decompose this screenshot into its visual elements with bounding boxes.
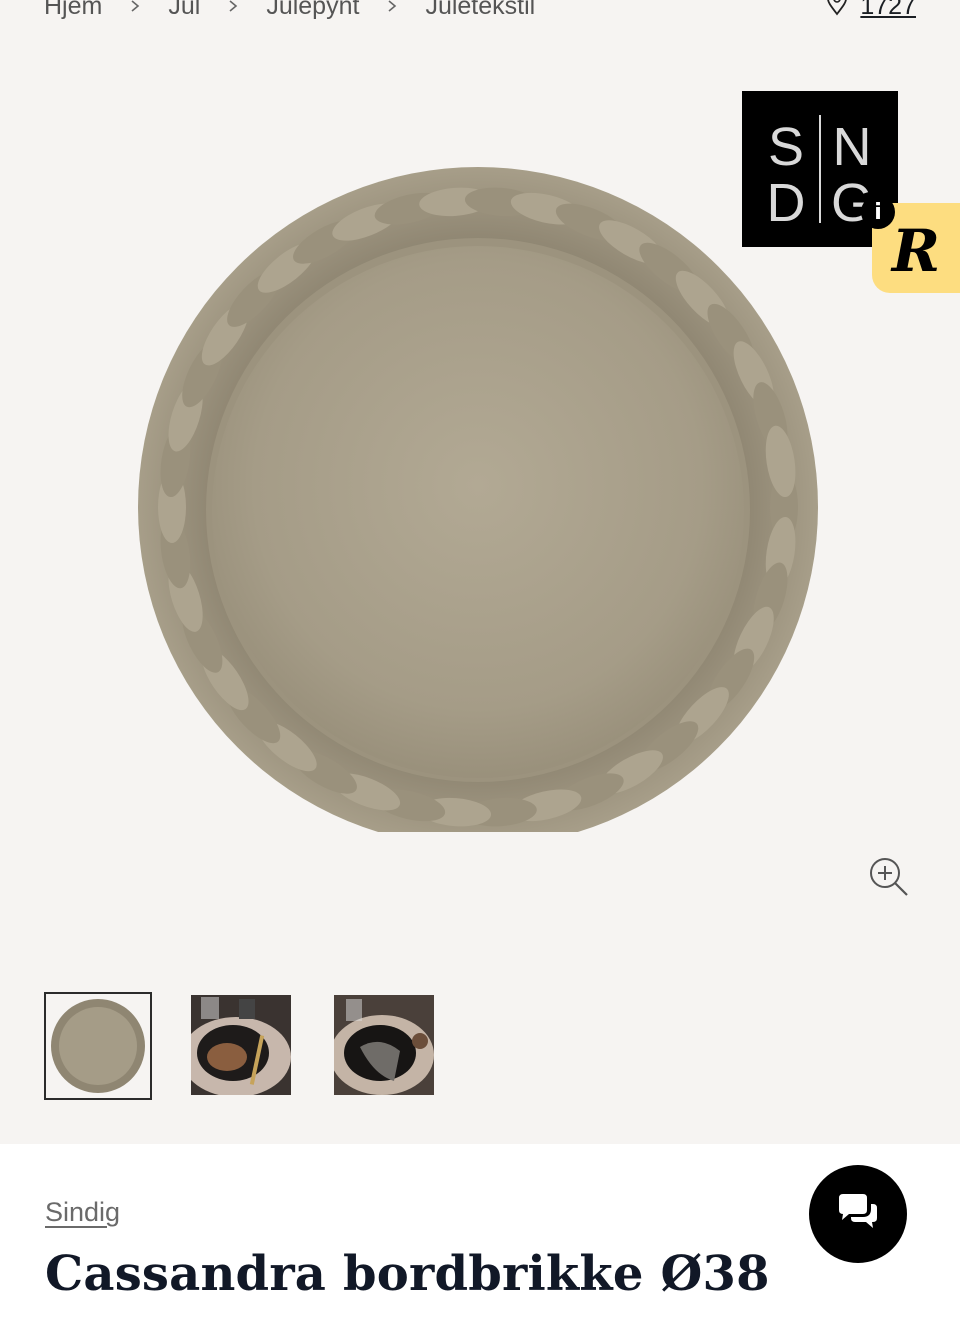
product-image[interactable] xyxy=(130,132,830,847)
svg-text:S: S xyxy=(768,117,804,177)
product-title: Cassandra bordbrikke Ø38 xyxy=(45,1246,770,1302)
thumbnail-3[interactable] xyxy=(334,995,434,1095)
chevron-right-icon xyxy=(128,0,142,13)
chevron-right-icon xyxy=(226,0,240,13)
thumbnail-1[interactable] xyxy=(44,992,152,1100)
breadcrumb-julepynt[interactable]: Julepynt xyxy=(266,0,359,21)
thumbnail-2[interactable] xyxy=(191,995,291,1095)
store-availability-link[interactable]: 1727 xyxy=(826,0,916,26)
svg-text:R: R xyxy=(890,217,940,285)
zoom-in-icon[interactable] xyxy=(866,854,912,900)
svg-text:D: D xyxy=(767,173,806,233)
breadcrumb-home[interactable]: Hjem xyxy=(44,0,102,21)
product-info: Sindig Cassandra bordbrikke Ø38 xyxy=(0,1144,960,1343)
chevron-right-icon xyxy=(385,0,399,13)
store-count: 1727 xyxy=(860,0,916,20)
breadcrumb-juletekstil[interactable]: Juletekstil xyxy=(425,0,535,21)
breadcrumb-jul[interactable]: Jul xyxy=(168,0,200,21)
info-icon[interactable]: i xyxy=(861,195,895,229)
svg-text:N: N xyxy=(833,117,872,177)
chat-button[interactable] xyxy=(809,1165,907,1263)
chat-bubbles-icon xyxy=(835,1192,881,1237)
location-pin-icon xyxy=(826,0,848,23)
breadcrumb: Hjem Jul Julepynt Juletekstil xyxy=(44,0,535,26)
product-brand-link[interactable]: Sindig xyxy=(45,1197,120,1228)
